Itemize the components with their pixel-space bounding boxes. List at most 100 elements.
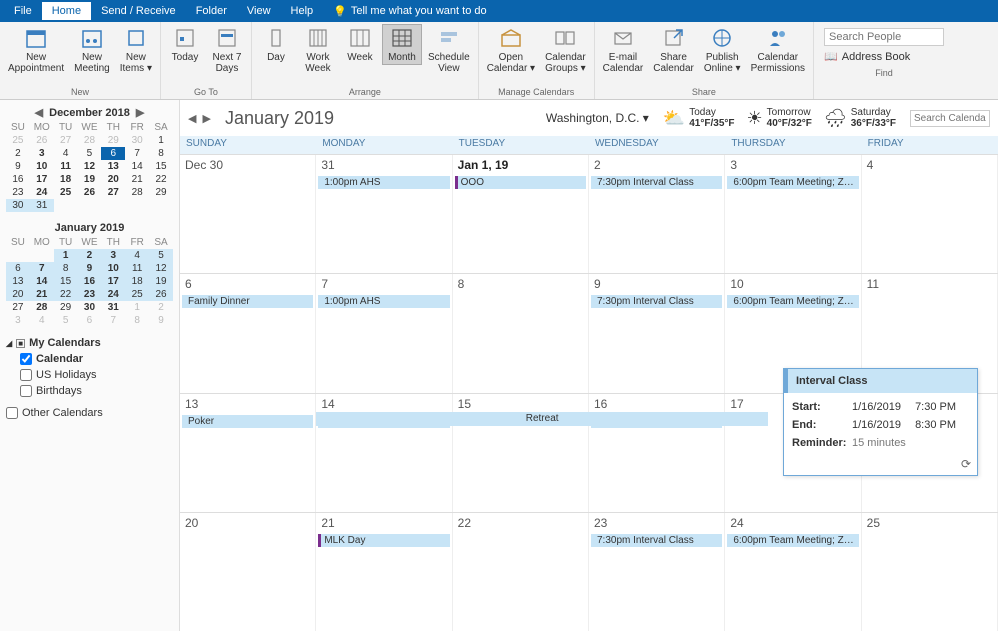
prev-month-arrow[interactable]: ◀	[35, 106, 43, 119]
calendar-day[interactable]: Dec 30	[180, 155, 316, 273]
mini-cal-day[interactable]: 1	[54, 249, 78, 262]
mini-cal-day[interactable]: 26	[30, 134, 54, 147]
other-calendars-checkbox[interactable]: Other Calendars	[6, 405, 173, 421]
open-calendar-button[interactable]: Open Calendar ▾	[483, 24, 539, 76]
mini-cal-day[interactable]: 11	[125, 262, 149, 275]
mini-cal-day[interactable]: 12	[149, 262, 173, 275]
calendar-day[interactable]: 6Family Dinner	[180, 274, 316, 392]
mini-cal-day[interactable]: 27	[101, 186, 125, 199]
calendar-event[interactable]: OOO	[455, 176, 586, 189]
mini-cal-day[interactable]: 17	[30, 173, 54, 186]
week-view-button[interactable]: Week	[340, 24, 380, 65]
mini-cal-day[interactable]: 1	[125, 301, 149, 314]
mini-cal-day[interactable]: 27	[54, 134, 78, 147]
mini-cal-day[interactable]: 30	[78, 301, 102, 314]
mini-cal-day[interactable]: 31	[101, 301, 125, 314]
calendar-day[interactable]: 27:30pm Interval Class	[589, 155, 725, 273]
mini-cal-day[interactable]: 3	[101, 249, 125, 262]
mini-cal-day[interactable]: 9	[6, 160, 30, 173]
mini-cal-day[interactable]: 28	[78, 134, 102, 147]
calendar-checkbox[interactable]: Calendar	[6, 351, 173, 367]
menu-help[interactable]: Help	[281, 2, 324, 20]
schedule-view-button[interactable]: Schedule View	[424, 24, 474, 76]
calendar-permissions-button[interactable]: Calendar Permissions	[747, 24, 809, 76]
address-book-button[interactable]: 📖Address Book	[824, 50, 944, 63]
mini-cal-day[interactable]: 29	[101, 134, 125, 147]
calendar-event[interactable]: 7:30pm Interval Class	[591, 534, 722, 547]
menu-view[interactable]: View	[237, 2, 281, 20]
mini-cal-day[interactable]: 30	[6, 199, 30, 212]
mini-cal-day[interactable]: 19	[149, 275, 173, 288]
weather-location[interactable]: Washington, D.C. ▾	[546, 111, 649, 125]
menu-home[interactable]: Home	[42, 2, 91, 20]
month-view-button[interactable]: Month	[382, 24, 422, 65]
next-period-button[interactable]: ▶	[202, 112, 210, 125]
weather-item[interactable]: ⛅Today41°F/35°F	[657, 107, 741, 129]
mini-cal-day[interactable]: 17	[101, 275, 125, 288]
mini-cal-day[interactable]: 26	[78, 186, 102, 199]
calendar-event[interactable]: Family Dinner	[182, 295, 313, 308]
mini-cal-day[interactable]: 7	[30, 262, 54, 275]
mini-cal-day[interactable]: 30	[125, 134, 149, 147]
menu-send-receive[interactable]: Send / Receive	[91, 2, 186, 20]
mini-cal-day[interactable]: 20	[101, 173, 125, 186]
mini-cal-day[interactable]: 5	[149, 249, 173, 262]
calendar-day[interactable]: 36:00pm Team Meeting; Zoom	[725, 155, 861, 273]
next-month-arrow[interactable]: ▶	[136, 106, 144, 119]
mini-cal-day[interactable]: 16	[78, 275, 102, 288]
today-button[interactable]: Today	[165, 24, 205, 65]
search-people-input[interactable]	[824, 28, 944, 46]
weather-item[interactable]: ☀Tomorrow40°F/32°F	[741, 107, 818, 129]
mini-cal-day[interactable]: 8	[54, 262, 78, 275]
mini-cal-day[interactable]: 25	[6, 134, 30, 147]
mini-cal-day[interactable]: 31	[30, 199, 54, 212]
mini-cal-day[interactable]: 19	[78, 173, 102, 186]
mini-cal-day[interactable]: 4	[30, 314, 54, 327]
mini-cal-day[interactable]: 15	[54, 275, 78, 288]
mini-cal-day[interactable]: 5	[54, 314, 78, 327]
mini-cal-day[interactable]: 4	[54, 147, 78, 160]
mini-cal-day[interactable]: 14	[125, 160, 149, 173]
mini-cal-day[interactable]: 20	[6, 288, 30, 301]
mini-cal-day[interactable]: 23	[6, 186, 30, 199]
calendar-event[interactable]: 7:30pm Interval Class	[591, 295, 722, 308]
day-view-button[interactable]: Day	[256, 24, 296, 65]
workweek-view-button[interactable]: Work Week	[298, 24, 338, 76]
calendar-event[interactable]: MLK Day	[318, 534, 449, 547]
mini-cal-day[interactable]: 3	[6, 314, 30, 327]
calendar-day[interactable]: 311:00pm AHS	[316, 155, 452, 273]
mini-cal-day[interactable]: 23	[78, 288, 102, 301]
us-holidays-checkbox[interactable]: US Holidays	[6, 367, 173, 383]
calendar-day[interactable]: 97:30pm Interval Class	[589, 274, 725, 392]
mini-cal-day[interactable]: 14	[30, 275, 54, 288]
publish-online-button[interactable]: Publish Online ▾	[700, 24, 745, 76]
calendar-event[interactable]: 6:00pm Team Meeting; Zoom	[727, 534, 858, 547]
mini-cal-day[interactable]: 24	[30, 186, 54, 199]
calendar-event[interactable]: Poker	[182, 415, 313, 428]
mini-cal-day[interactable]: 7	[101, 314, 125, 327]
new-meeting-button[interactable]: New Meeting	[70, 24, 114, 76]
calendar-day[interactable]: 13Poker	[180, 394, 316, 512]
menu-folder[interactable]: Folder	[186, 2, 237, 20]
calendar-day[interactable]: 21MLK Day	[316, 513, 452, 631]
calendar-event[interactable]: 6:00pm Team Meeting; Zoom	[727, 176, 858, 189]
search-calendar-input[interactable]	[910, 110, 990, 127]
next7days-button[interactable]: Next 7 Days	[207, 24, 247, 76]
calendar-day[interactable]: 4	[862, 155, 998, 273]
mini-cal-day[interactable]: 18	[54, 173, 78, 186]
mini-cal-day[interactable]: 13	[6, 275, 30, 288]
calendar-day[interactable]: 20	[180, 513, 316, 631]
share-calendar-button[interactable]: Share Calendar	[649, 24, 698, 76]
mini-cal-day[interactable]: 12	[78, 160, 102, 173]
calendar-day[interactable]: 71:00pm AHS	[316, 274, 452, 392]
mini-cal-day[interactable]: 8	[125, 314, 149, 327]
mini-cal-day[interactable]: 21	[30, 288, 54, 301]
calendar-day[interactable]: 22	[453, 513, 589, 631]
calendar-groups-button[interactable]: Calendar Groups ▾	[541, 24, 590, 76]
mini-cal-day[interactable]: 6	[6, 262, 30, 275]
mini-cal-day[interactable]: 21	[125, 173, 149, 186]
mini-cal-day[interactable]: 28	[30, 301, 54, 314]
new-appointment-button[interactable]: New Appointment	[4, 24, 68, 76]
email-calendar-button[interactable]: E-mail Calendar	[599, 24, 648, 76]
mini-cal-day[interactable]: 9	[149, 314, 173, 327]
